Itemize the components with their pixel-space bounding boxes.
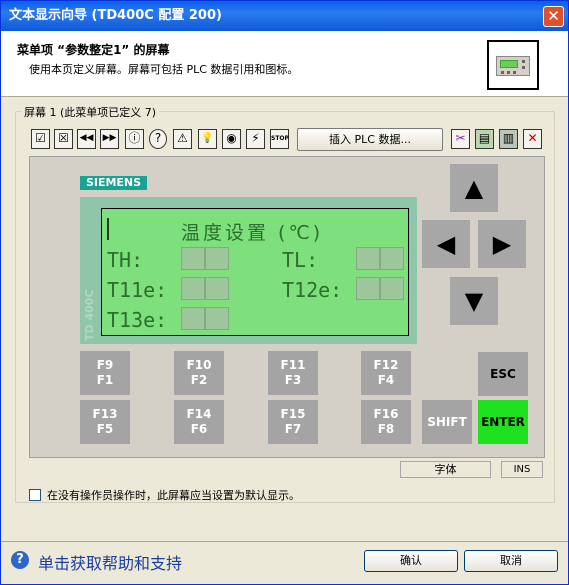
device-model-label: TD 400C xyxy=(83,289,96,342)
stop-icon-button[interactable]: STOP xyxy=(270,129,289,149)
fast-forward-icon-button[interactable]: ▶▶ xyxy=(100,129,119,149)
lcd-t13e-label: T13e: xyxy=(107,308,168,332)
plc-data-cell[interactable] xyxy=(181,307,205,330)
plc-data-cell[interactable] xyxy=(181,277,205,300)
function-key-f14-f6: F14 F6 xyxy=(174,400,224,444)
cut-icon-button[interactable]: ✂ xyxy=(451,129,470,149)
font-button[interactable]: 字体 xyxy=(400,461,491,478)
shift-key: SHIFT xyxy=(422,400,472,444)
delete-icon-button[interactable]: ✕ xyxy=(523,129,542,149)
page-subtitle: 使用本页定义屏幕。屏幕可包括 PLC 数据引用和图标。 xyxy=(29,63,299,76)
footer-divider xyxy=(1,541,568,542)
arrow-right-key: ▶ xyxy=(478,220,526,268)
rewind-icon-button[interactable]: ◀◀ xyxy=(77,129,96,149)
checkbox-icon-button[interactable]: ☑ xyxy=(31,129,50,149)
siemens-logo: SIEMENS xyxy=(80,176,147,190)
info-icon-button[interactable]: ⓘ xyxy=(125,129,144,149)
function-key-f11-f3: F11 F3 xyxy=(268,351,318,395)
close-button[interactable]: ✕ xyxy=(543,6,564,27)
enter-key: ENTER xyxy=(478,400,528,444)
plc-data-cell[interactable] xyxy=(356,247,380,270)
function-key-f15-f7: F15 F7 xyxy=(268,400,318,444)
paste-icon-button[interactable]: ▥ xyxy=(499,129,518,149)
question-icon-button[interactable]: ? xyxy=(149,129,167,149)
plc-data-cell[interactable] xyxy=(205,307,229,330)
function-key-f16-f8: F16 F8 xyxy=(361,400,411,444)
text-cursor xyxy=(107,218,109,240)
plc-data-cell[interactable] xyxy=(205,247,229,270)
arrow-up-key: ▲ xyxy=(450,164,498,212)
copy-icon-button[interactable]: ▤ xyxy=(475,129,494,149)
function-key-f12-f4: F12 F4 xyxy=(361,351,411,395)
power-icon-button[interactable]: ◉ xyxy=(222,129,241,149)
title-bar: 文本显示向导 (TD400C 配置 200) ✕ xyxy=(1,1,568,31)
function-key-f10-f2: F10 F2 xyxy=(174,351,224,395)
arrow-down-key: ▼ xyxy=(450,277,498,325)
lcd-t12e-label: T12e: xyxy=(282,278,343,302)
page-title: 菜单项 “参数整定1” 的屏幕 xyxy=(17,43,170,57)
function-key-f9-f1: F9 F1 xyxy=(80,351,130,395)
default-display-checkbox[interactable] xyxy=(29,489,41,501)
window-title: 文本显示向导 (TD400C 配置 200) xyxy=(9,8,222,23)
lightning-icon-button[interactable]: ⚡ xyxy=(246,129,265,149)
insert-mode-indicator: INS xyxy=(501,461,543,478)
td400c-device-icon xyxy=(487,40,539,90)
ok-button[interactable]: 确认 xyxy=(364,550,458,572)
screen-group-label: 屏幕 1 (此菜单项已定义 7) xyxy=(21,104,160,120)
help-link[interactable]: 单击获取帮助和支持 xyxy=(38,550,182,574)
function-key-f13-f5: F13 F5 xyxy=(80,400,130,444)
default-display-label[interactable]: 在没有操作员操作时，此屏幕应当设置为默认显示。 xyxy=(47,487,300,503)
arrow-left-key: ◀ xyxy=(422,220,470,268)
plc-data-cell[interactable] xyxy=(205,277,229,300)
warning-icon-button[interactable]: ⚠ xyxy=(173,129,192,149)
lcd-title: 温度设置 (℃) xyxy=(181,222,324,244)
lightbulb-icon-button[interactable]: 💡 xyxy=(198,129,217,149)
plc-data-cell[interactable] xyxy=(181,247,205,270)
lcd-t11e-label: T11e: xyxy=(107,278,168,302)
cancel-button[interactable]: 取消 xyxy=(464,550,558,572)
cross-box-icon-button[interactable]: ☒ xyxy=(54,129,73,149)
plc-data-cell[interactable] xyxy=(380,277,404,300)
plc-data-cell[interactable] xyxy=(380,247,404,270)
header-panel: 菜单项 “参数整定1” 的屏幕 使用本页定义屏幕。屏幕可包括 PLC 数据引用和… xyxy=(1,31,568,97)
insert-plc-data-button[interactable]: 插入 PLC 数据... xyxy=(297,128,443,151)
lcd-th-label: TH: xyxy=(107,248,144,272)
esc-key: ESC xyxy=(478,352,528,396)
help-icon[interactable]: ? xyxy=(11,551,29,569)
plc-data-cell[interactable] xyxy=(356,277,380,300)
wizard-window: 文本显示向导 (TD400C 配置 200) ✕ 菜单项 “参数整定1” 的屏幕… xyxy=(0,0,569,585)
lcd-tl-label: TL: xyxy=(282,248,319,272)
